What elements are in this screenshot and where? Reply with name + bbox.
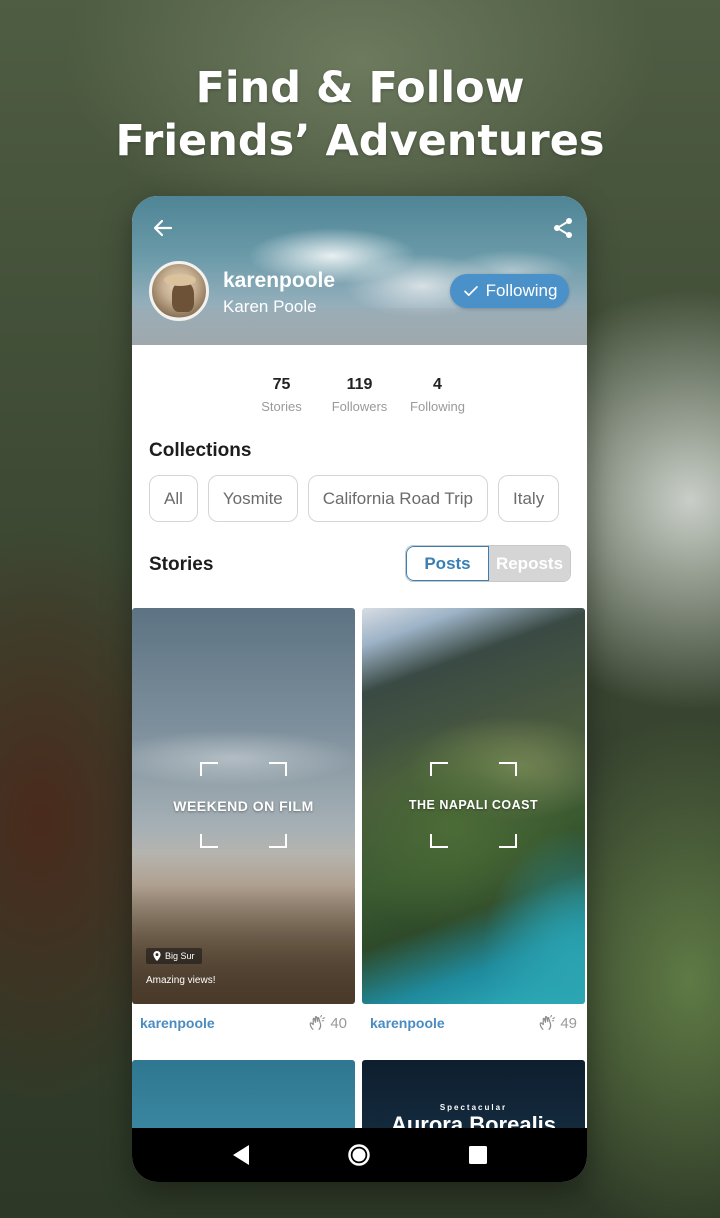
square-recents-icon [468, 1146, 487, 1164]
collection-chip-yosmite[interactable]: Yosmite [207, 475, 298, 522]
nav-home-button[interactable] [339, 1135, 379, 1175]
story-clap-count: 49 [560, 1014, 577, 1032]
clap-icon [539, 1014, 556, 1031]
phone-screen: karenpoole Karen Poole Following 75 Stor… [132, 196, 587, 1182]
profile-username: karenpoole [223, 269, 336, 292]
stat-label: Following [410, 399, 465, 414]
story-clap-count: 40 [330, 1014, 347, 1032]
location-label: Big Sur [165, 951, 195, 961]
story-kicker: Spectacular [439, 1103, 508, 1112]
profile-stats: 75 Stories 119 Followers 4 Following [132, 376, 587, 414]
collection-chip-italy[interactable]: Italy [498, 475, 560, 522]
triangle-back-icon [233, 1145, 250, 1165]
arrow-left-icon [153, 219, 173, 237]
avatar[interactable] [149, 261, 209, 321]
story-card-partial[interactable]: Spectacular Aurora Borealis [362, 1060, 585, 1130]
check-icon [463, 286, 478, 296]
stat-label: Followers [331, 399, 388, 414]
story-cover-image[interactable]: WEEKEND ON FILM Big Sur Amazing views! [132, 608, 355, 1004]
share-button[interactable] [549, 214, 577, 242]
stat-label: Stories [261, 399, 302, 414]
back-button[interactable] [149, 214, 177, 242]
stories-tab-toggle: Posts Reposts [405, 545, 571, 582]
stat-value: 119 [346, 376, 373, 393]
story-card[interactable]: THE NAPALI COAST karenpoole 49 [362, 608, 585, 1032]
promo-headline: Find & Follow Friends’ Adventures [0, 62, 720, 168]
share-icon [554, 218, 572, 238]
headline-line-1: Find & Follow [195, 63, 525, 113]
profile-full-name: Karen Poole [223, 297, 317, 316]
stat-followers[interactable]: 119 Followers [321, 376, 399, 414]
nav-back-button[interactable] [221, 1135, 261, 1175]
stories-title: Stories [149, 554, 214, 575]
story-card-partial[interactable] [132, 1060, 355, 1130]
collections-title: Collections [149, 440, 252, 461]
collection-chip-all[interactable]: All [149, 475, 198, 522]
story-author-link[interactable]: karenpoole [140, 1015, 215, 1031]
story-cover-image[interactable]: THE NAPALI COAST [362, 608, 585, 1004]
clap-icon [309, 1014, 326, 1031]
tab-reposts[interactable]: Reposts [489, 546, 570, 581]
following-button-label: Following [485, 281, 558, 300]
headline-line-2: Friends’ Adventures [115, 116, 605, 166]
location-tag: Big Sur [146, 948, 202, 964]
story-claps[interactable]: 49 [538, 1014, 577, 1032]
story-card[interactable]: WEEKEND ON FILM Big Sur Amazing views! k… [132, 608, 355, 1032]
stat-value: 75 [272, 376, 291, 393]
nav-recents-button[interactable] [458, 1135, 498, 1175]
collections-chip-row[interactable]: All Yosmite California Road Trip Italy [149, 475, 560, 523]
android-nav-bar [132, 1128, 587, 1182]
location-pin-icon [153, 951, 161, 961]
story-author-link[interactable]: karenpoole [370, 1015, 445, 1031]
story-claps[interactable]: 40 [308, 1014, 347, 1032]
collection-chip-california-road-trip[interactable]: California Road Trip [307, 475, 489, 522]
story-title: THE NAPALI COAST [408, 798, 539, 812]
story-caption: Amazing views! [146, 975, 216, 986]
following-button[interactable]: Following [450, 274, 569, 308]
circle-home-icon [348, 1144, 371, 1166]
stat-value: 4 [433, 376, 442, 393]
tab-posts[interactable]: Posts [406, 546, 489, 581]
story-title: WEEKEND ON FILM [173, 798, 314, 814]
stat-following[interactable]: 4 Following [399, 376, 477, 414]
stat-stories[interactable]: 75 Stories [243, 376, 321, 414]
